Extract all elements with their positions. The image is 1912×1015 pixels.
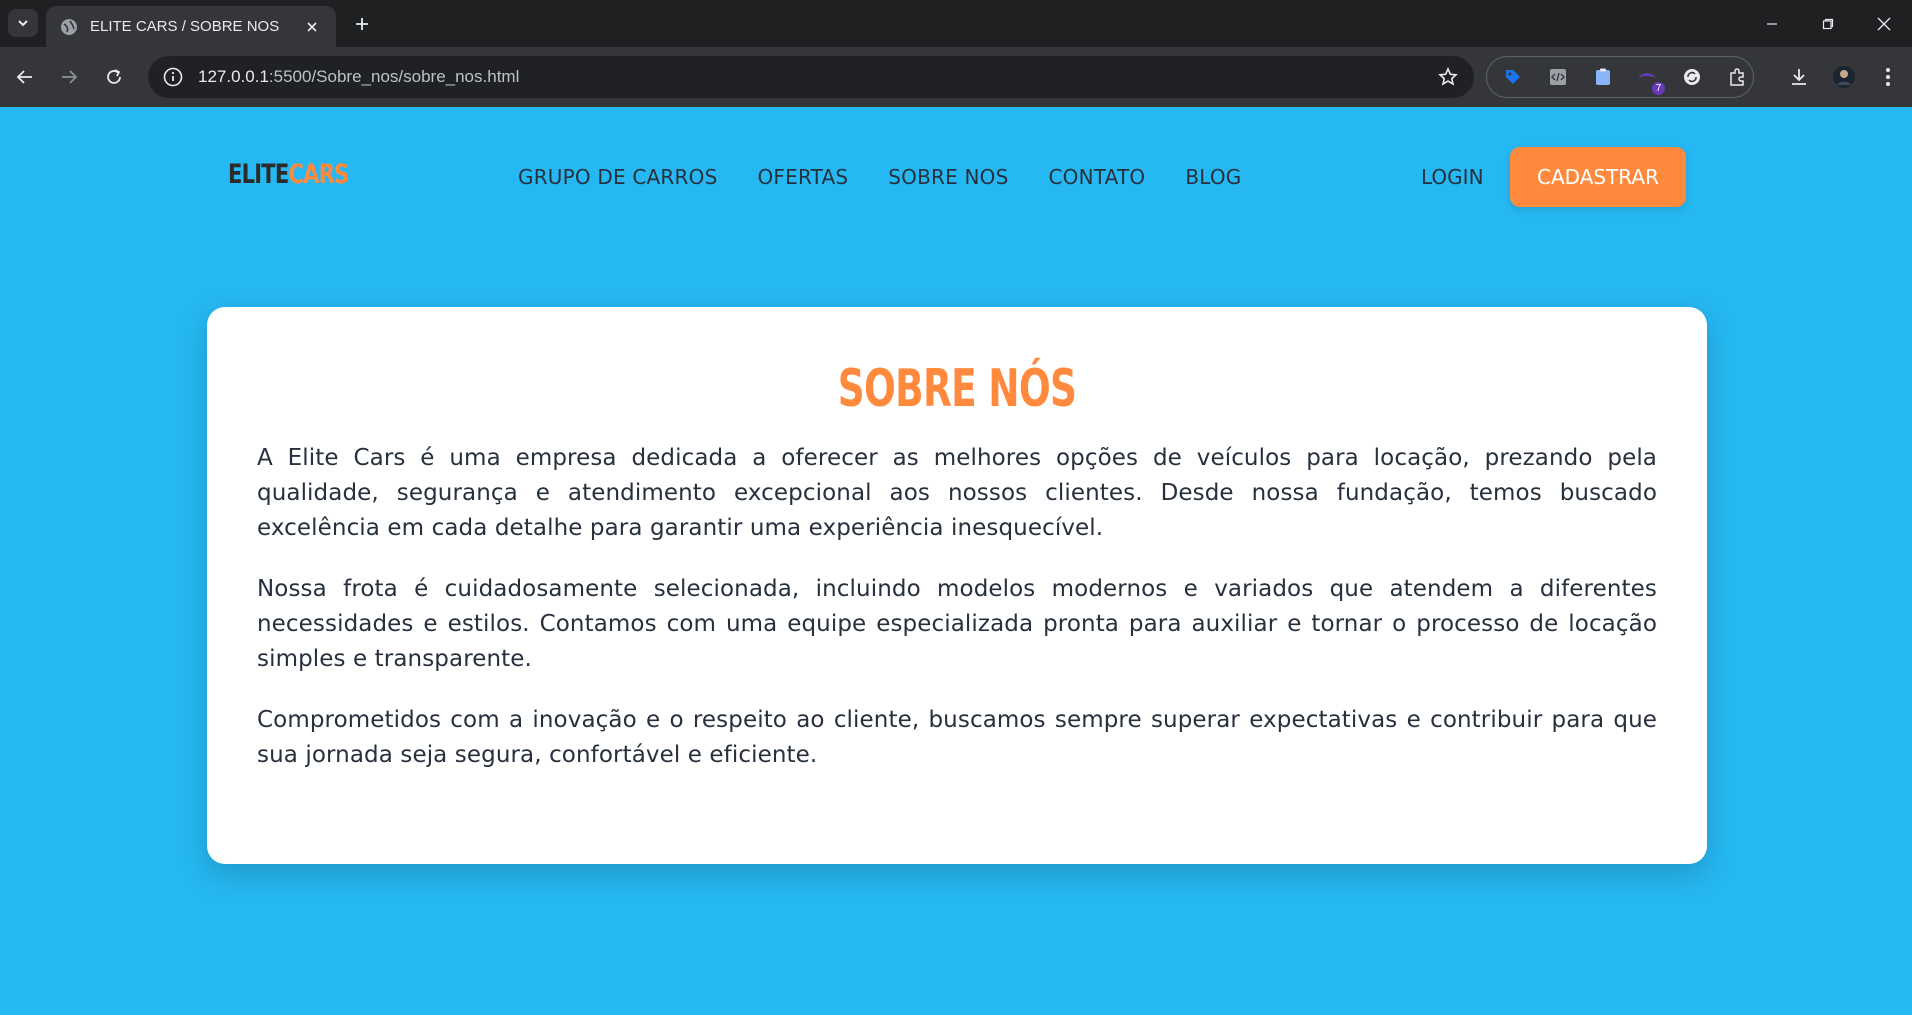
downloads-button[interactable]	[1784, 62, 1814, 92]
extension-badge: 7	[1651, 82, 1666, 95]
about-paragraph-3: Comprometidos com a inovação e o respeit…	[257, 707, 1657, 768]
more-vert-icon	[1886, 68, 1890, 86]
nav-link-contato[interactable]: CONTATO	[1048, 165, 1145, 189]
new-tab-button[interactable]	[348, 10, 376, 38]
bookmark-star-icon[interactable]	[1428, 57, 1468, 97]
signup-button[interactable]: CADASTRAR	[1510, 147, 1686, 207]
nav-link-sobre-nos[interactable]: SOBRE NOS	[888, 165, 1008, 189]
chevron-down-icon	[18, 20, 28, 27]
browser-toolbar: 127.0.0.1:5500/Sobre_nos/sobre_nos.html …	[0, 47, 1912, 107]
about-paragraph-1: A Elite Cars é uma empresa dedicada a of…	[257, 445, 1657, 541]
extensions-group: 7	[1486, 56, 1754, 98]
nav-link-blog[interactable]: BLOG	[1185, 165, 1241, 189]
browser-tab-bar: ELITE CARS / SOBRE NOS	[0, 0, 1912, 47]
close-window-button[interactable]	[1856, 0, 1912, 47]
badge-extension-icon[interactable]: 7	[1631, 61, 1666, 95]
close-tab-icon[interactable]	[302, 17, 322, 37]
url-text: 127.0.0.1:5500/Sobre_nos/sobre_nos.html	[198, 67, 1428, 87]
address-bar[interactable]: 127.0.0.1:5500/Sobre_nos/sobre_nos.html	[148, 56, 1474, 98]
browser-tab[interactable]: ELITE CARS / SOBRE NOS	[46, 6, 336, 47]
site-logo[interactable]: ELITECARS	[228, 159, 349, 190]
avatar-icon	[1833, 66, 1855, 88]
about-card: SOBRE NÓS A Elite Cars é uma empresa ded…	[207, 307, 1707, 864]
reload-button[interactable]	[99, 62, 129, 92]
profile-avatar[interactable]	[1829, 62, 1859, 92]
minimize-icon	[1767, 22, 1777, 25]
browser-menu-button[interactable]	[1873, 62, 1903, 92]
extensions-puzzle-icon[interactable]	[1721, 61, 1753, 93]
logo-text-cars: CARS	[288, 159, 349, 190]
clipboard-extension-icon[interactable]	[1587, 61, 1619, 93]
nav-link-grupo-de-carros[interactable]: GRUPO DE CARROS	[518, 165, 717, 189]
plus-icon	[356, 18, 368, 30]
globe-icon	[61, 18, 77, 35]
download-icon	[1792, 69, 1806, 85]
sync-extension-icon[interactable]	[1676, 61, 1708, 93]
about-paragraph-2: Nossa frota é cuidadosamente selecionada…	[257, 576, 1657, 672]
restore-icon	[1822, 18, 1834, 29]
restore-button[interactable]	[1800, 0, 1856, 47]
arrow-left-icon	[16, 70, 32, 84]
site-header: ELITECARS GRUPO DE CARROS OFERTAS SOBRE …	[0, 147, 1912, 207]
arrow-right-icon	[62, 70, 78, 84]
url-path: :5500/Sobre_nos/sobre_nos.html	[268, 67, 520, 86]
code-extension-icon[interactable]	[1542, 61, 1574, 93]
reload-icon	[107, 69, 121, 84]
close-icon	[1877, 17, 1891, 30]
main-nav: GRUPO DE CARROS OFERTAS SOBRE NOS CONTAT…	[518, 165, 1282, 189]
url-host: 127.0.0.1	[198, 67, 269, 86]
forward-button[interactable]	[54, 62, 84, 92]
page-content: ELITECARS GRUPO DE CARROS OFERTAS SOBRE …	[0, 107, 1912, 1015]
tab-title: ELITE CARS / SOBRE NOS	[90, 18, 280, 35]
window-controls	[1744, 0, 1912, 47]
nav-link-ofertas[interactable]: OFERTAS	[757, 165, 848, 189]
tag-extension-icon[interactable]	[1497, 61, 1529, 93]
logo-text-elite: ELITE	[228, 159, 289, 190]
site-info-icon[interactable]	[162, 66, 184, 88]
back-button[interactable]	[10, 62, 40, 92]
about-title: SOBRE NÓS	[837, 359, 1077, 419]
tab-search-button[interactable]	[8, 9, 38, 37]
minimize-button[interactable]	[1744, 0, 1800, 47]
login-link[interactable]: LOGIN	[1421, 165, 1484, 189]
